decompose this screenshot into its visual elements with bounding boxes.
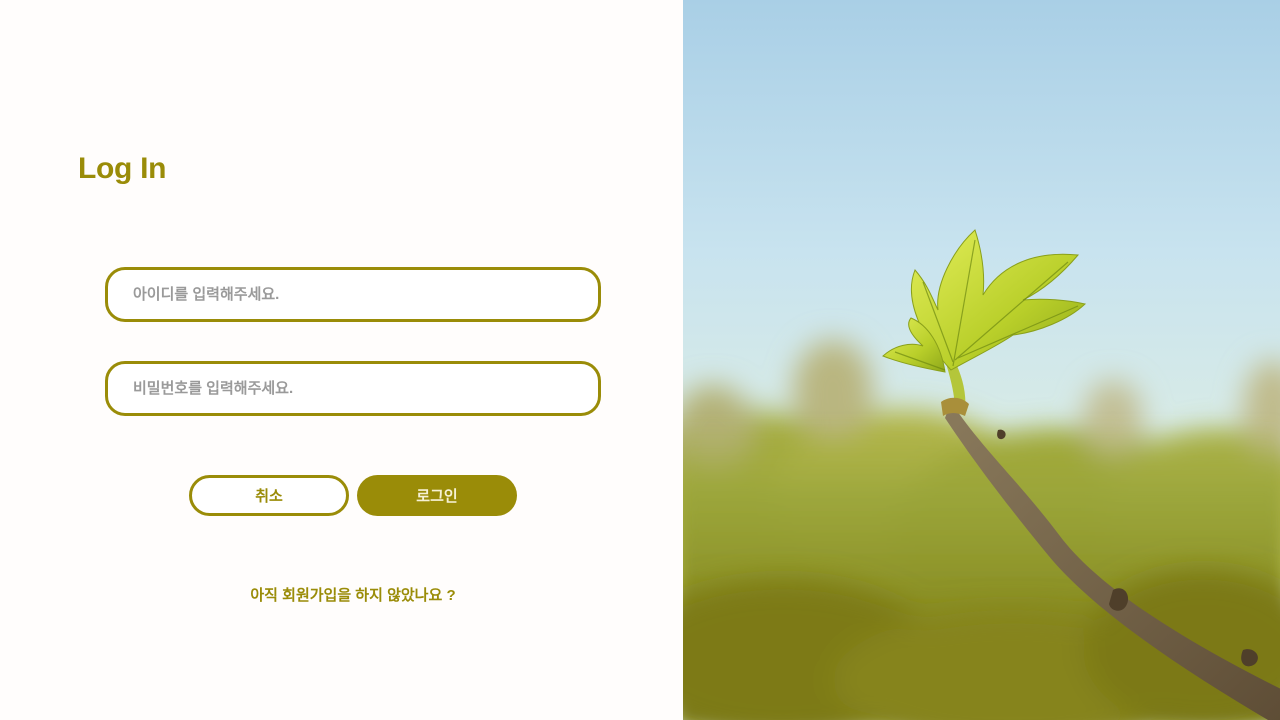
password-input[interactable] (108, 364, 598, 413)
id-field[interactable] (105, 267, 601, 322)
login-page: Log In 취소 로그인 아직 회원가입을 하지 않았나요 ? (0, 0, 1280, 720)
login-button[interactable]: 로그인 (357, 475, 517, 516)
id-input[interactable] (108, 270, 598, 319)
page-title: Log In (78, 152, 167, 185)
hero-image (683, 0, 1280, 720)
password-field[interactable] (105, 361, 601, 416)
login-panel: Log In 취소 로그인 아직 회원가입을 하지 않았나요 ? (0, 0, 683, 720)
fig-sprout-illustration (683, 0, 1280, 720)
cancel-button[interactable]: 취소 (189, 475, 349, 516)
signup-link[interactable]: 아직 회원가입을 하지 않았나요 ? (0, 584, 706, 605)
